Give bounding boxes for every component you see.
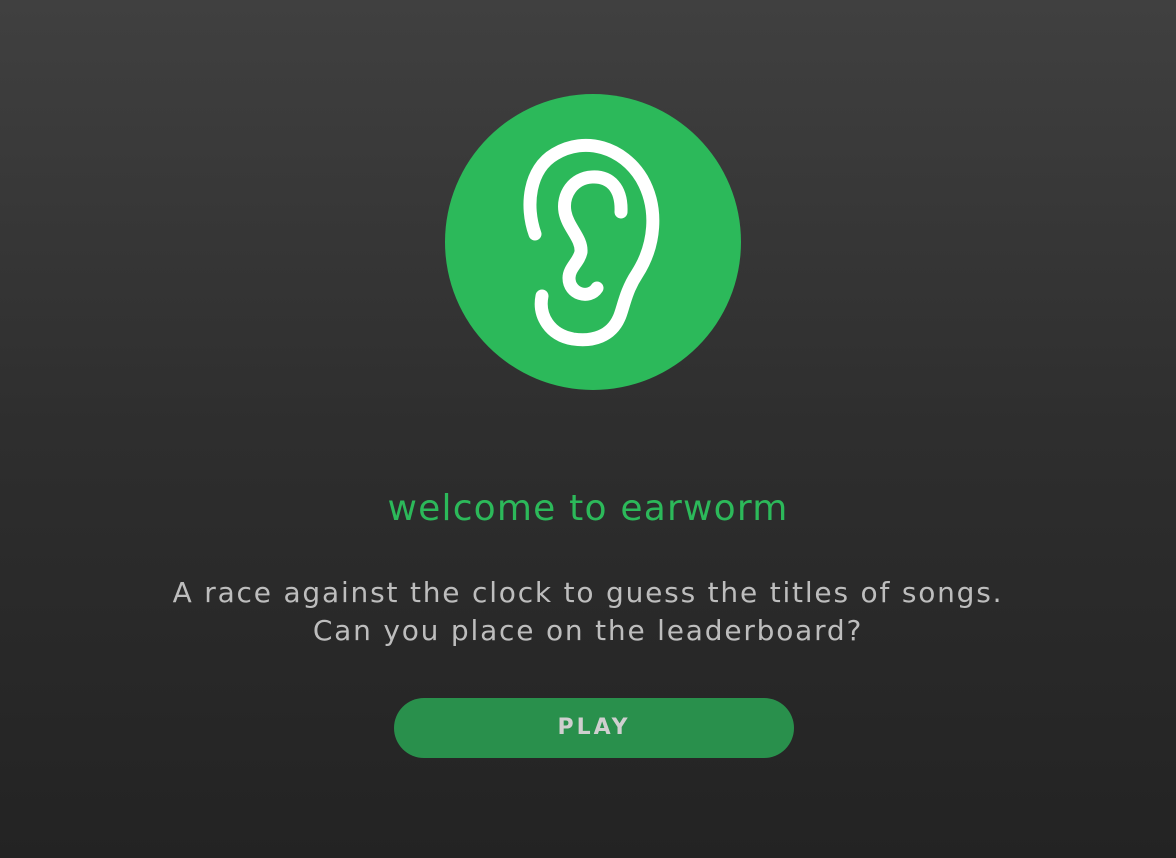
description-line-2: Can you place on the leaderboard? bbox=[312, 614, 864, 647]
ear-icon bbox=[523, 138, 660, 347]
description-line-1: A race against the clock to guess the ti… bbox=[172, 576, 1004, 609]
welcome-title: welcome to earworm bbox=[387, 488, 789, 529]
earworm-logo bbox=[445, 94, 741, 390]
game-description: A race against the clock to guess the ti… bbox=[0, 574, 1176, 650]
play-button[interactable]: PLAY bbox=[394, 698, 794, 758]
